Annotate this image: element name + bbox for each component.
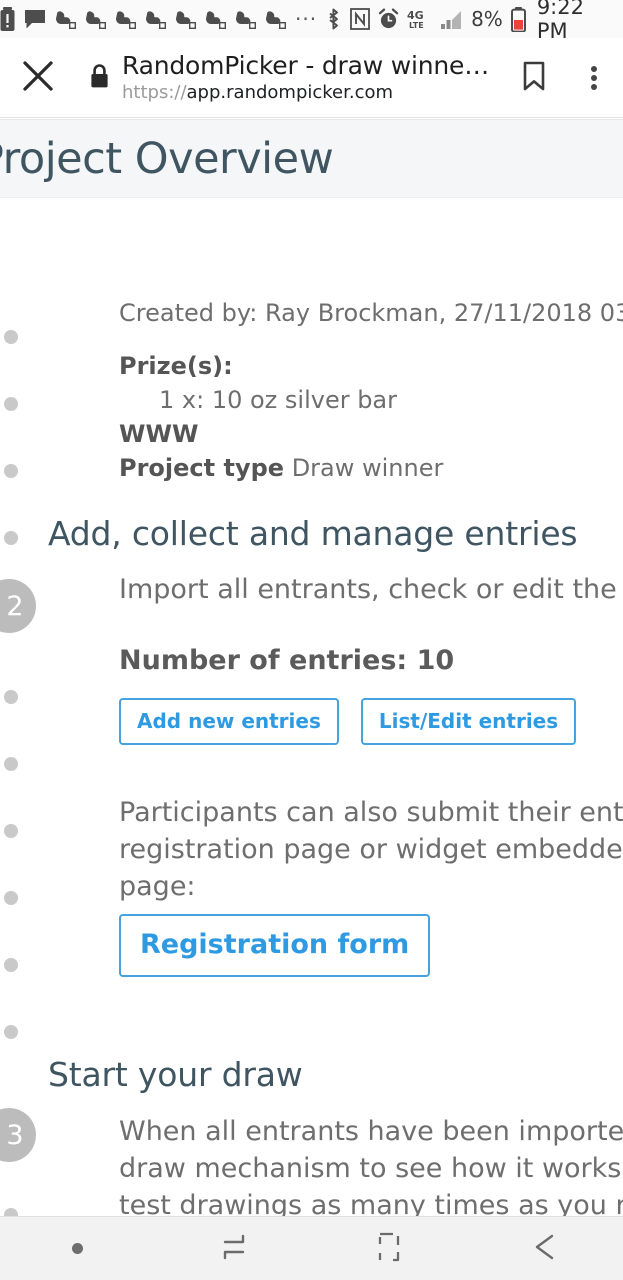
page-content: Created by: Ray Brockman, 27/11/2018 03:… [0, 198, 623, 1216]
step-3-title: Start your draw [48, 1055, 303, 1094]
url-host: app.randompicker.com [186, 81, 394, 103]
close-icon [21, 59, 55, 97]
nav-indicator [0, 1243, 156, 1254]
battery-percent-label: 8% [471, 7, 503, 31]
status-bar-system-icons: 4G LTE 8% 9:22 PM [325, 0, 611, 43]
status-overflow-icon: ··· [295, 7, 318, 31]
step-2-description: Import all entrants, check or edit the l… [119, 574, 623, 605]
entries-button-row: Add new entries List/Edit entries [119, 698, 623, 745]
web-content-viewport[interactable]: Project Overview 2 3 Created by: Ray Bro… [0, 119, 623, 1216]
project-type-value: Draw winner [291, 454, 444, 482]
entries-count-label: Number of entries: 10 [119, 645, 455, 676]
bookmark-button[interactable] [503, 60, 565, 96]
list-edit-entries-button[interactable]: List/Edit entries [360, 698, 577, 745]
registration-paragraph-line-1: Participants can also submit their entri… [119, 797, 623, 828]
network-type-icon: 4G LTE [407, 8, 431, 30]
step-3-description-line-1: When all entrants have been imported, y [119, 1116, 623, 1147]
recents-icon [217, 1230, 251, 1268]
alarm-icon [378, 8, 399, 30]
registration-form-button[interactable]: Registration form [119, 914, 431, 977]
www-label: WWW [119, 420, 199, 448]
page-title: Project Overview [0, 133, 334, 184]
missed-call-icon [265, 10, 286, 29]
page-header-band: Project Overview [0, 119, 623, 198]
close-button[interactable] [0, 59, 76, 97]
url-bar[interactable]: RandomPicker - draw winne… https://app.r… [122, 51, 503, 105]
registration-paragraph-line-2: registration page or widget embedded in [119, 834, 623, 865]
step-2-title: Add, collect and manage entries [48, 514, 578, 553]
missed-call-icon [115, 10, 136, 29]
overflow-menu-button[interactable] [565, 63, 623, 93]
registration-paragraph: Participants can also submit their entri… [119, 794, 623, 905]
bluetooth-icon [325, 7, 342, 31]
missed-call-icon [145, 10, 166, 29]
prize-item: 1 x: 10 oz silver bar [159, 386, 398, 414]
signal-bars-icon [439, 9, 463, 30]
back-button[interactable] [467, 1230, 623, 1268]
battery-alert-icon [0, 7, 15, 31]
created-by-label: Created by: Ray Brockman, 27/11/2018 03:… [119, 299, 623, 327]
bookmark-icon [521, 60, 547, 96]
page-title-label: RandomPicker - draw winne… [122, 50, 490, 80]
clock-label: 9:22 PM [536, 0, 584, 43]
lock-icon [89, 63, 110, 93]
nav-dot-icon [72, 1243, 84, 1254]
site-security-button[interactable] [76, 63, 122, 93]
overflow-menu-icon [591, 63, 597, 93]
project-type-row: Project type Draw winner [119, 451, 623, 485]
prize-label: Prize(s): [119, 352, 233, 380]
nfc-icon [350, 8, 370, 30]
missed-call-icon [85, 10, 106, 29]
missed-call-icon [235, 10, 256, 29]
home-icon [373, 1230, 405, 1268]
message-icon [24, 9, 46, 30]
browser-toolbar: RandomPicker - draw winne… https://app.r… [0, 38, 623, 118]
step-3-description-line-2: draw mechanism to see how it works. Yo [119, 1153, 623, 1184]
missed-call-icon [205, 10, 226, 29]
missed-call-icon [175, 10, 196, 29]
home-button[interactable] [312, 1230, 468, 1268]
status-bar: ··· 4G LTE 8% 9:22 PM [0, 0, 623, 43]
project-overview-page: Project Overview 2 3 Created by: Ray Bro… [0, 119, 623, 1216]
project-type-label: Project type [119, 454, 285, 482]
url-label: https://app.randompicker.com [122, 81, 503, 105]
page-body: 2 3 Created by: Ray Brockman, 27/11/2018… [0, 198, 623, 1216]
back-icon [528, 1230, 562, 1268]
url-scheme: https:// [122, 81, 187, 103]
status-bar-notification-icons: ··· [0, 7, 317, 31]
step-3-description-line-3: test drawings as many times as you need [119, 1190, 623, 1216]
step-3-description: When all entrants have been imported, y … [119, 1113, 623, 1216]
svg-text:LTE: LTE [409, 21, 424, 30]
recents-button[interactable] [156, 1230, 312, 1268]
add-new-entries-button[interactable]: Add new entries [119, 698, 339, 745]
system-navigation-bar [0, 1216, 623, 1280]
battery-low-icon [510, 6, 526, 32]
missed-call-icon [55, 10, 76, 29]
registration-paragraph-line-3: page: [119, 871, 196, 902]
